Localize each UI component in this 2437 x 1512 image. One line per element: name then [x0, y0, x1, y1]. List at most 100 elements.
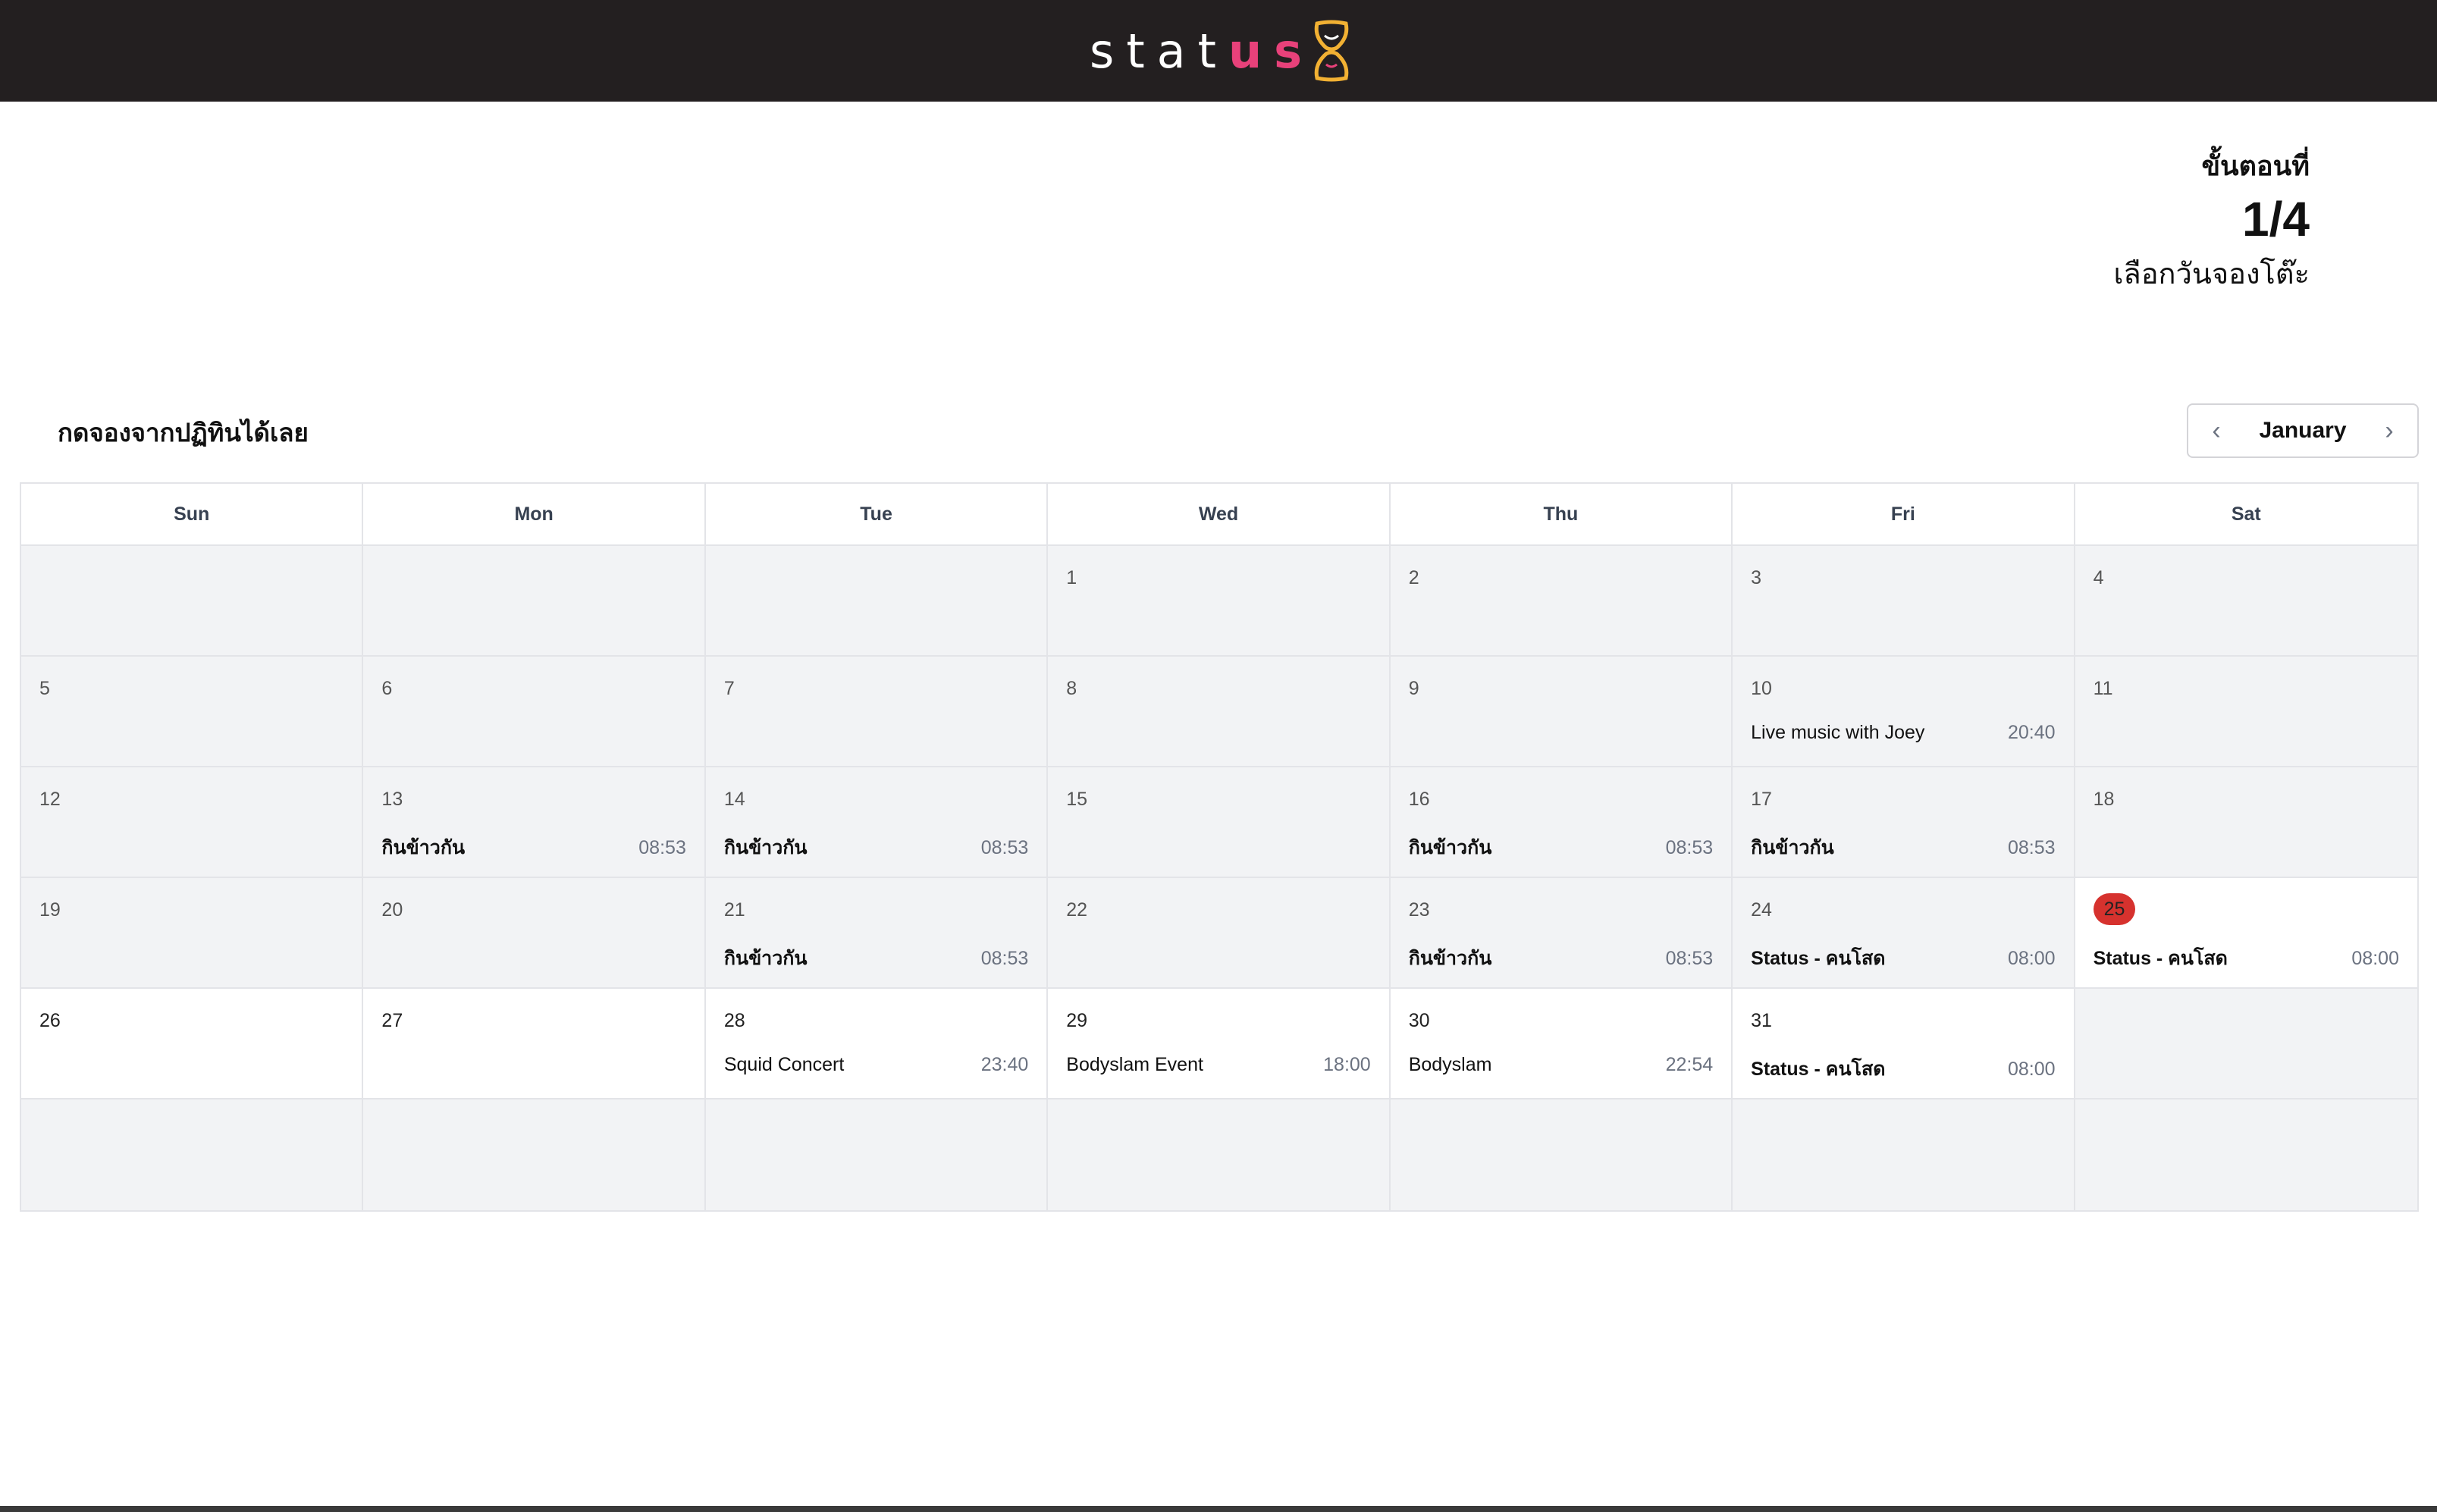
calendar-day-cell[interactable]: 28 Squid Concert 23:40: [705, 989, 1049, 1099]
calendar-day-cell[interactable]: 1: [1048, 546, 1391, 657]
calendar-day-cell[interactable]: 15: [1048, 767, 1391, 878]
logo-accent-text: us: [1228, 23, 1314, 79]
day-number: 14: [723, 789, 745, 810]
calendar-event[interactable]: กินข้าวกัน 08:53: [381, 833, 685, 863]
day-number: 29: [1066, 1010, 1088, 1031]
calendar-day-cell[interactable]: 25 Status - คนโสด 08:00: [2075, 878, 2417, 989]
today-day-number: 25: [2093, 893, 2136, 925]
event-time: 08:00: [2008, 1058, 2056, 1080]
step-description: เลือกวันจองโต๊ะ: [2113, 259, 2310, 290]
calendar-day-cell[interactable]: 7: [705, 657, 1049, 767]
event-time: 23:40: [980, 1054, 1029, 1075]
calendar-instruction: กดจองจากปฏิทินได้เลย: [58, 419, 309, 447]
calendar-event[interactable]: กินข้าวกัน 08:53: [1409, 943, 1713, 974]
weekday-header: Sun: [21, 484, 364, 546]
calendar-empty-cell: [705, 546, 1049, 657]
calendar-day-cell[interactable]: 9: [1390, 657, 1733, 767]
calendar-empty-cell: [2075, 1099, 2417, 1210]
calendar-empty-cell: [1733, 1099, 2075, 1210]
event-time: 08:53: [1665, 947, 1714, 969]
day-number: 9: [1408, 678, 1419, 699]
day-number: 11: [2093, 678, 2113, 699]
calendar-event[interactable]: Status - คนโสด 08:00: [2094, 943, 2399, 974]
day-number: 17: [1751, 789, 1772, 810]
calendar-toolbar: กดจองจากปฏิทินได้เลย ‹ January ›: [20, 402, 2419, 463]
calendar-event[interactable]: Squid Concert 23:40: [724, 1054, 1028, 1076]
calendar-event[interactable]: กินข้าวกัน 08:53: [724, 943, 1028, 974]
calendar-day-cell[interactable]: 27: [363, 989, 706, 1099]
day-number: 20: [381, 899, 403, 921]
weekday-header: Wed: [1048, 484, 1391, 546]
calendar-event[interactable]: กินข้าวกัน 08:53: [1409, 833, 1713, 863]
day-number: 8: [1066, 678, 1077, 699]
chevron-left-icon[interactable]: ‹: [2205, 416, 2228, 446]
weekday-header: Thu: [1390, 484, 1733, 546]
calendar-day-cell[interactable]: 11: [2075, 657, 2417, 767]
calendar-day-cell[interactable]: 8: [1048, 657, 1391, 767]
calendar-empty-cell: [21, 546, 364, 657]
calendar-day-cell[interactable]: 22: [1048, 878, 1391, 989]
day-number: 23: [1408, 899, 1430, 921]
event-name: Squid Concert: [723, 1054, 845, 1075]
calendar-day-cell[interactable]: 17 กินข้าวกัน 08:53: [1733, 767, 2075, 878]
event-time: 08:00: [2351, 947, 2399, 969]
calendar-event[interactable]: Live music with Joey 20:40: [1751, 722, 2055, 744]
status-logo[interactable]: stat us: [1090, 19, 1353, 83]
calendar-day-cell[interactable]: 5: [21, 657, 364, 767]
calendar-day-cell[interactable]: 16 กินข้าวกัน 08:53: [1390, 767, 1733, 878]
calendar-day-cell[interactable]: 31 Status - คนโสด 08:00: [1733, 989, 2075, 1099]
calendar-day-cell[interactable]: 23 กินข้าวกัน 08:53: [1390, 878, 1733, 989]
event-time: 08:53: [638, 836, 686, 858]
calendar-day-cell[interactable]: 20: [363, 878, 706, 989]
weekday-header: Tue: [705, 484, 1049, 546]
day-number: 1: [1066, 567, 1077, 588]
calendar-day-cell[interactable]: 24 Status - คนโสด 08:00: [1733, 878, 2075, 989]
calendar-day-cell[interactable]: 19: [21, 878, 364, 989]
calendar-empty-cell: [363, 1099, 706, 1210]
calendar-day-cell[interactable]: 6: [363, 657, 706, 767]
calendar-day-cell[interactable]: 10 Live music with Joey 20:40: [1733, 657, 2075, 767]
weekday-header: Mon: [363, 484, 706, 546]
calendar-day-cell[interactable]: 30 Bodyslam 22:54: [1390, 989, 1733, 1099]
event-name: กินข้าวกัน: [723, 948, 808, 969]
day-number: 6: [381, 678, 393, 699]
calendar-day-cell[interactable]: 2: [1390, 546, 1733, 657]
event-name: Status - คนโสด: [1751, 1059, 1886, 1080]
day-number: 24: [1751, 899, 1772, 921]
day-number: 12: [39, 789, 61, 810]
calendar-empty-cell: [705, 1099, 1049, 1210]
current-month: January: [2259, 418, 2347, 443]
day-number: 28: [723, 1010, 745, 1031]
booking-step-indicator: ขั้นตอนที่ 1/4 เลือกวันจองโต๊ะ: [2113, 146, 2310, 297]
calendar-day-cell[interactable]: 12: [21, 767, 364, 878]
calendar-event[interactable]: Status - คนโสด 08:00: [1751, 1054, 2055, 1084]
calendar-day-cell[interactable]: 26: [21, 989, 364, 1099]
hourglass-smile-icon: [1314, 20, 1349, 82]
day-number: 22: [1066, 899, 1088, 921]
event-name: Status - คนโสด: [2093, 948, 2228, 969]
day-number: 15: [1066, 789, 1088, 810]
calendar-event[interactable]: กินข้าวกัน 08:53: [724, 833, 1028, 863]
calendar-event[interactable]: Status - คนโสด 08:00: [1751, 943, 2055, 974]
day-number: 7: [723, 678, 735, 699]
calendar-day-cell[interactable]: 18: [2075, 767, 2417, 878]
calendar-day-cell[interactable]: 21 กินข้าวกัน 08:53: [705, 878, 1049, 989]
calendar-event[interactable]: Bodyslam 22:54: [1409, 1054, 1713, 1076]
day-number: 13: [381, 789, 403, 810]
calendar-day-cell[interactable]: 13 กินข้าวกัน 08:53: [363, 767, 706, 878]
weekday-header: Sat: [2075, 484, 2417, 546]
chevron-right-icon[interactable]: ›: [2378, 416, 2401, 446]
calendar-empty-cell: [2075, 989, 2417, 1099]
weekday-header: Fri: [1733, 484, 2075, 546]
calendar-event[interactable]: กินข้าวกัน 08:53: [1751, 833, 2055, 863]
calendar-event[interactable]: Bodyslam Event 18:00: [1066, 1054, 1370, 1076]
calendar-day-cell[interactable]: 4: [2075, 546, 2417, 657]
calendar-day-cell[interactable]: 3: [1733, 546, 2075, 657]
calendar-day-cell[interactable]: 14 กินข้าวกัน 08:53: [705, 767, 1049, 878]
calendar-day-cell[interactable]: 29 Bodyslam Event 18:00: [1048, 989, 1391, 1099]
calendar-empty-cell: [1048, 1099, 1391, 1210]
event-time: 08:53: [2008, 836, 2056, 858]
event-name: Bodyslam: [1408, 1054, 1492, 1075]
calendar-grid: Sun Mon Tue Wed Thu Fri Sat 1 2 3 4 5 6 7 8 9 10 Live mus…: [20, 482, 2419, 1212]
event-name: กินข้าวกัน: [1408, 948, 1492, 969]
